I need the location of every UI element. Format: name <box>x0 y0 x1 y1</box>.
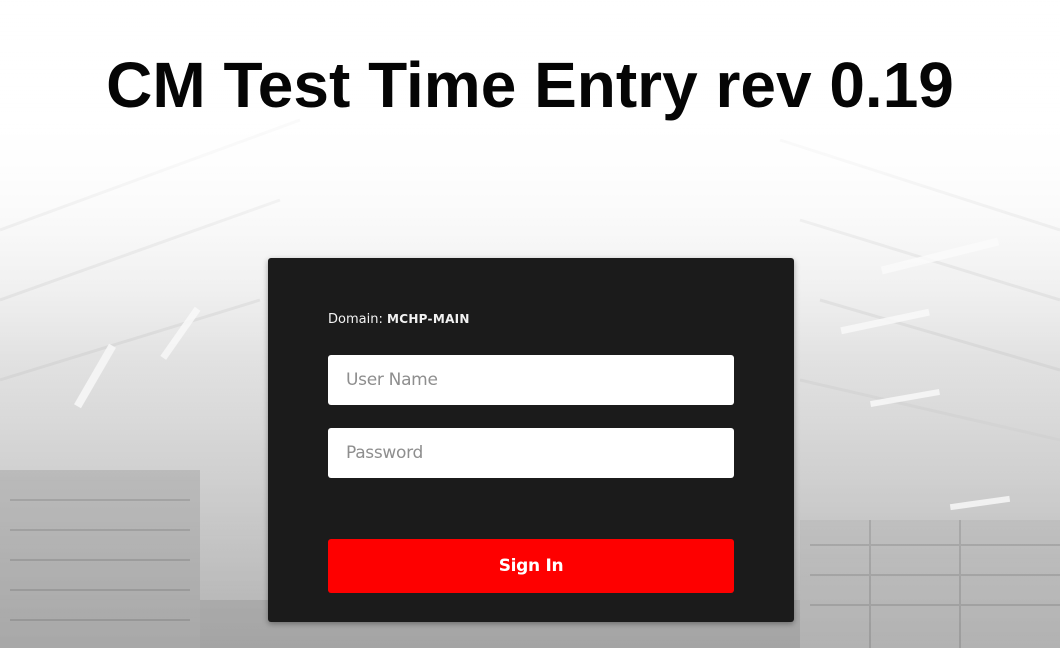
password-input[interactable] <box>328 428 734 478</box>
sign-in-button[interactable]: Sign In <box>328 539 734 593</box>
domain-label: Domain: <box>328 312 387 327</box>
domain-line: Domain: MCHP-MAIN <box>328 312 470 327</box>
domain-value: MCHP-MAIN <box>386 312 470 326</box>
username-input[interactable] <box>328 355 734 405</box>
login-panel: Domain: MCHP-MAIN Sign In <box>268 258 794 622</box>
page-title: CM Test Time Entry rev 0.19 <box>106 49 954 121</box>
login-page: CM Test Time Entry rev 0.19 Domain: MCHP… <box>0 0 1060 648</box>
